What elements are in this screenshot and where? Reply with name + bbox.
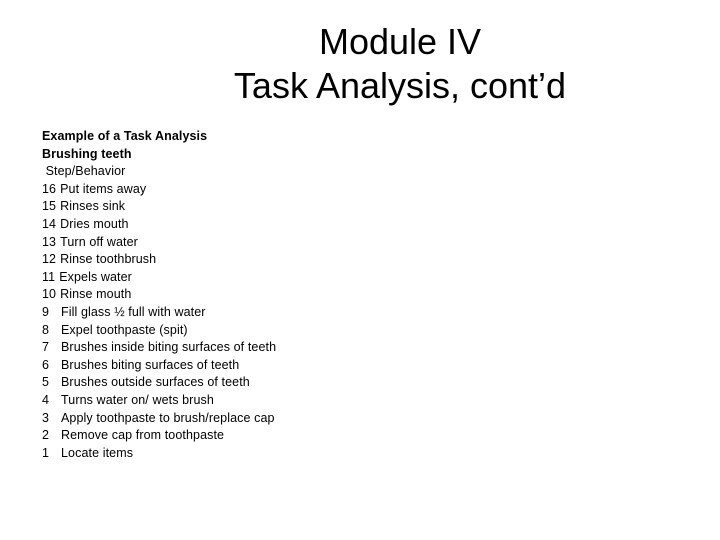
- step-item: 13 Turn off water: [42, 234, 682, 252]
- step-text: Turn off water: [60, 234, 138, 249]
- step-item: 15 Rinses sink: [42, 198, 682, 216]
- step-number: 14: [42, 216, 57, 231]
- step-number: 10: [42, 287, 57, 302]
- step-number: 6: [42, 357, 50, 372]
- task-heading: Brushing teeth: [42, 146, 132, 161]
- step-text: Expel toothpaste (spit): [61, 322, 188, 337]
- step-item: 11 Expels water: [42, 269, 682, 287]
- step-number: 4: [42, 392, 50, 407]
- step-text: Brushes biting surfaces of teeth: [61, 357, 240, 372]
- step-number: 9: [42, 304, 50, 319]
- step-item: 2 Remove cap from toothpaste: [42, 427, 682, 445]
- step-item: 4 Turns water on/ wets brush: [42, 392, 682, 410]
- step-number: 12: [42, 252, 57, 267]
- slide-body: Example of a Task Analysis Brushing teet…: [42, 128, 682, 462]
- column-label: Step/Behavior: [42, 164, 126, 179]
- slide-title-line-1: Module IV: [318, 21, 482, 62]
- step-text: Locate items: [61, 445, 134, 460]
- step-item: 6 Brushes biting surfaces of teeth: [42, 357, 682, 375]
- step-text: Apply toothpaste to brush/replace cap: [61, 410, 275, 425]
- step-number: 13: [42, 234, 57, 249]
- step-text: Put items away: [60, 181, 147, 196]
- step-text: Turns water on/ wets brush: [61, 392, 214, 407]
- step-text: Rinse mouth: [60, 287, 132, 302]
- step-item: 14 Dries mouth: [42, 216, 682, 234]
- step-number: 7: [42, 340, 50, 355]
- step-number: 16: [42, 181, 57, 196]
- step-item: 12 Rinse toothbrush: [42, 251, 682, 269]
- step-text: Brushes outside surfaces of teeth: [61, 375, 250, 390]
- step-number: 11: [42, 269, 56, 284]
- step-number: 8: [42, 322, 50, 337]
- step-text: Remove cap from toothpaste: [61, 428, 225, 443]
- slide-title-line-2: Task Analysis, cont’d: [233, 65, 567, 106]
- step-text: Brushes inside biting surfaces of teeth: [61, 340, 277, 355]
- example-heading: Example of a Task Analysis: [42, 129, 208, 143]
- step-text: Rinses sink: [60, 199, 126, 214]
- step-item: 10 Rinse mouth: [42, 286, 682, 304]
- step-text: Rinse toothbrush: [60, 252, 157, 267]
- step-item: 3 Apply toothpaste to brush/replace cap: [42, 410, 682, 428]
- step-item: 1 Locate items: [42, 445, 682, 463]
- step-number: 2: [42, 428, 50, 443]
- step-text: Dries mouth: [60, 216, 129, 231]
- step-item: 9 Fill glass ½ full with water: [42, 304, 682, 322]
- slide-title: Module IV Task Analysis, cont’d: [0, 20, 720, 108]
- step-text: Fill glass ½ full with water: [61, 304, 206, 319]
- step-number: 1: [42, 445, 50, 460]
- step-number: 3: [42, 410, 50, 425]
- step-item: 5 Brushes outside surfaces of teeth: [42, 374, 682, 392]
- step-item: 8 Expel toothpaste (spit): [42, 322, 682, 340]
- step-item: 7 Brushes inside biting surfaces of teeth: [42, 339, 682, 357]
- step-item: 16 Put items away: [42, 181, 682, 199]
- step-number: 15: [42, 199, 57, 214]
- step-text: Expels water: [59, 269, 132, 284]
- step-number: 5: [42, 375, 50, 390]
